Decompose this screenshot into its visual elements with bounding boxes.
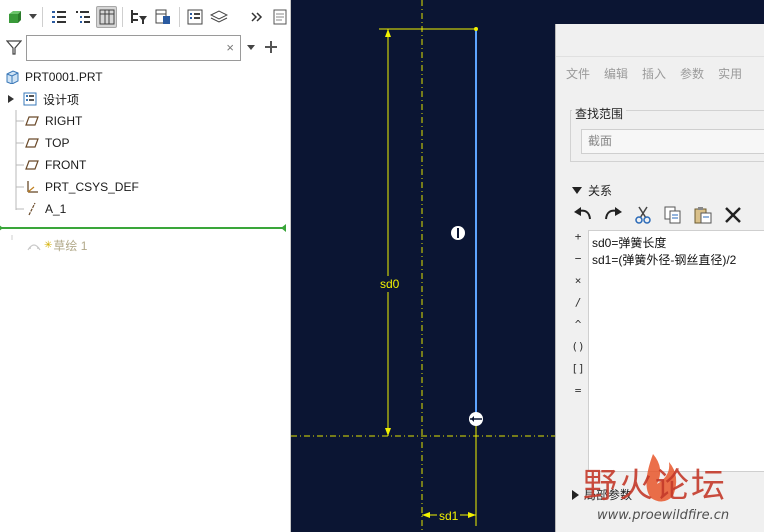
chevron-down-icon[interactable]	[28, 6, 38, 28]
tree-item-label: TOP	[45, 136, 70, 150]
scope-label: 查找范围	[572, 105, 627, 122]
redo-icon	[605, 207, 622, 220]
column-view-button[interactable]	[95, 6, 118, 28]
dim-arrow-right	[468, 512, 476, 518]
menu-parameters[interactable]: 参数	[680, 65, 704, 82]
star-icon: ✳	[44, 239, 53, 251]
funnel-icon[interactable]	[6, 39, 22, 55]
delete-button[interactable]	[722, 204, 744, 226]
tree-item-label: A_1	[45, 202, 67, 216]
redo-button[interactable]	[602, 204, 624, 226]
clear-icon[interactable]: ×	[226, 40, 234, 55]
model-tree-panel: × PRT0001.PRT 设计项 RIGHT TOP FRONT PRT_CS…	[0, 0, 291, 532]
chevron-right-icon	[572, 489, 579, 500]
watermark-title: 野火论坛	[583, 466, 727, 506]
scope-field[interactable]: 截面	[581, 129, 764, 154]
cube-icon	[8, 11, 21, 23]
properties-button[interactable]	[269, 6, 291, 28]
tree-item-csys[interactable]: PRT_CSYS_DEF	[24, 177, 139, 197]
operator-power-button[interactable]: ^	[568, 318, 588, 340]
relations-header-label: 关系	[588, 184, 613, 198]
tree-item-label: 草绘 1	[53, 238, 88, 253]
part-icon	[4, 69, 20, 85]
copy-button[interactable]	[662, 204, 684, 226]
operator-minus-button[interactable]: −	[568, 252, 588, 274]
show-details-button[interactable]	[185, 6, 207, 28]
filter-row: ×	[0, 34, 291, 62]
relations-editor[interactable]: sd0=弹簧长度 sd1=(弹簧外径-钢丝直径)/2	[588, 230, 764, 472]
forum-watermark: 野火论坛 www.proewildfire.cn	[583, 446, 764, 532]
dim-label-sd1[interactable]: sd1	[437, 508, 461, 524]
menu-utilities[interactable]: 实用	[718, 65, 742, 82]
toolbar-separator	[178, 7, 180, 27]
settings-tree-button[interactable]	[152, 6, 174, 28]
toolbar-separator	[122, 7, 124, 27]
operator-brackets-button[interactable]: []	[568, 362, 588, 384]
paste-button[interactable]	[692, 204, 714, 226]
dialog-menubar: 文件 编辑 插入 参数 实用	[556, 60, 764, 86]
tree-icon	[75, 11, 90, 23]
operator-column: + − × / ^ () [] =	[568, 230, 588, 406]
dim-arrow-top	[385, 29, 391, 37]
table-settings-icon	[155, 9, 170, 24]
watermark-url: www.proewildfire.cn	[597, 508, 730, 523]
undo-button[interactable]	[572, 204, 594, 226]
dim-arrow-left	[422, 512, 430, 518]
tree-item-label: RIGHT	[45, 114, 83, 128]
list-icon	[52, 11, 67, 23]
layers-icon	[210, 10, 228, 23]
tree-list-button[interactable]	[48, 6, 70, 28]
layers-button[interactable]	[208, 6, 230, 28]
tree-item-label: FRONT	[45, 158, 87, 172]
undo-icon	[574, 207, 591, 220]
filter-tree-button[interactable]	[128, 6, 150, 28]
menu-edit[interactable]: 编辑	[604, 65, 628, 82]
operator-plus-button[interactable]: +	[568, 230, 588, 252]
tree-expand-button[interactable]	[72, 6, 94, 28]
relations-section-header[interactable]: 关系	[572, 182, 612, 199]
document-icon	[273, 9, 287, 25]
model-tree-toolbar	[0, 0, 291, 34]
delete-icon	[725, 207, 741, 223]
relations-toolbar	[572, 204, 744, 226]
operator-divide-button[interactable]: /	[568, 296, 588, 318]
tree-root[interactable]: PRT0001.PRT	[4, 67, 103, 87]
tree-filter-icon	[131, 10, 148, 24]
paste-icon	[694, 207, 712, 224]
double-chevron-right-icon	[251, 12, 262, 22]
cut-button[interactable]	[632, 204, 654, 226]
more-button[interactable]	[246, 6, 268, 28]
details-icon	[187, 9, 203, 25]
insert-here-line[interactable]	[0, 224, 286, 232]
tree-item-label: PRT_CSYS_DEF	[45, 180, 139, 194]
dim-label-sd0[interactable]: sd0	[379, 276, 401, 292]
scissors-icon	[635, 206, 651, 224]
toolbar-separator	[42, 7, 44, 27]
tree-connectors	[11, 110, 24, 240]
chevron-down-icon[interactable]	[247, 45, 255, 51]
sketch-icon	[26, 237, 42, 253]
tree-item-label: 设计项	[43, 92, 80, 107]
filter-input[interactable]	[27, 36, 217, 60]
tree-root-label: PRT0001.PRT	[25, 70, 103, 84]
filter-field[interactable]: ×	[26, 35, 241, 61]
columns-icon	[99, 9, 115, 25]
plus-icon[interactable]	[264, 40, 278, 54]
menu-file[interactable]: 文件	[566, 65, 590, 82]
relation-line: sd0=弹簧长度	[592, 236, 667, 250]
dialog-titlebar[interactable]	[556, 24, 764, 57]
relation-line: sd1=(弹簧外径-钢丝直径)/2	[592, 253, 737, 267]
show-model-button[interactable]	[4, 6, 26, 28]
operator-equals-button[interactable]: =	[568, 384, 588, 406]
operator-parentheses-button[interactable]: ()	[568, 340, 588, 362]
dim-arrow-bottom	[385, 428, 391, 436]
copy-icon	[664, 206, 681, 224]
operator-multiply-button[interactable]: ×	[568, 274, 588, 296]
menu-insert[interactable]: 插入	[642, 65, 666, 82]
chevron-down-icon	[572, 186, 582, 194]
tree-item-sketch[interactable]: ✳ 草绘 1	[26, 235, 87, 255]
